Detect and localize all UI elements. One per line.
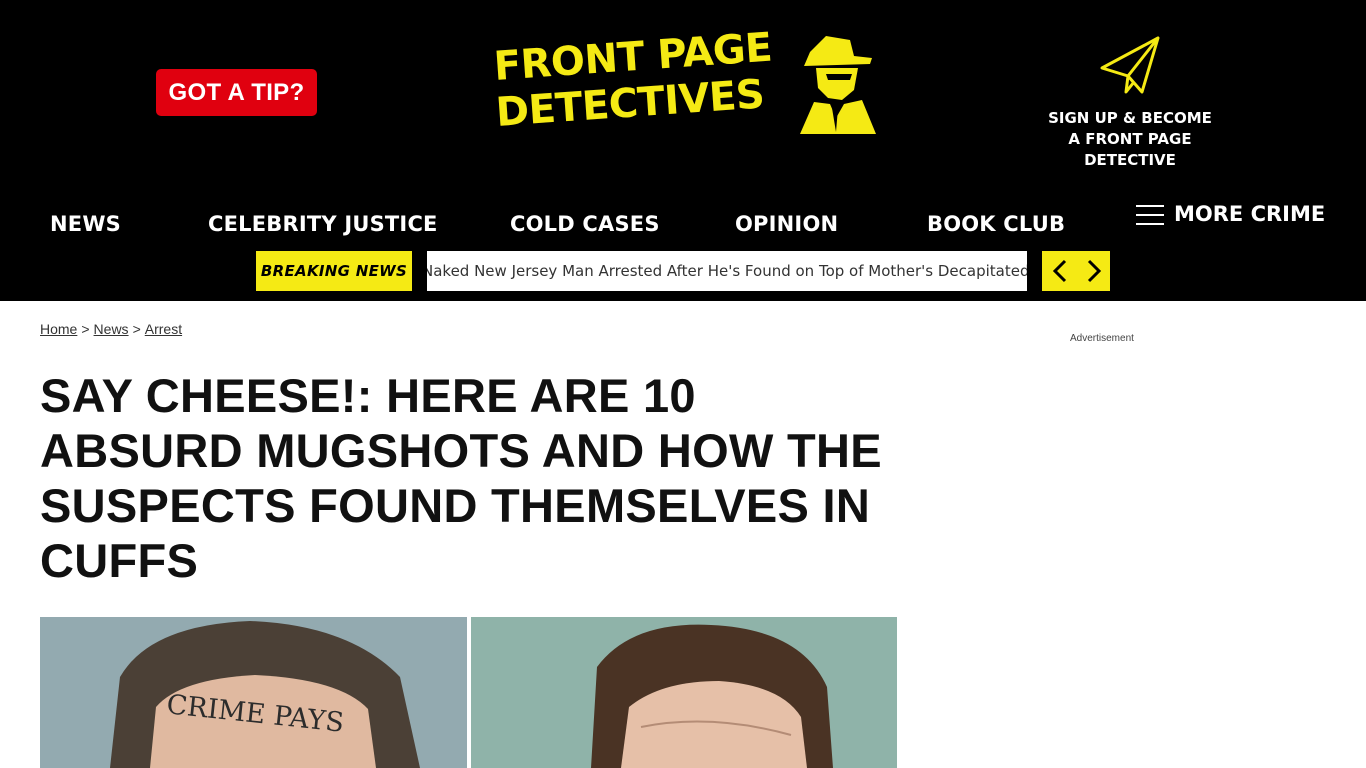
signup-line2: A FRONT PAGE DETECTIVE	[1068, 130, 1192, 169]
ticker-prev-button[interactable]	[1042, 251, 1076, 291]
nav-opinion[interactable]: OPINION	[735, 212, 838, 236]
advertisement-label: Advertisement	[1070, 333, 1134, 344]
breadcrumb-separator: >	[81, 321, 90, 337]
ticker-headline[interactable]: Naked New Jersey Man Arrested After He's…	[427, 262, 1027, 280]
more-crime-menu-button[interactable]: MORE CRIME	[1136, 201, 1326, 231]
breadcrumb-arrest[interactable]: Arrest	[145, 321, 182, 337]
site-header: GOT A TIP? FRONT PAGE DETECTIVES SIGN UP…	[0, 0, 1366, 301]
mugshot-right-drawing	[471, 617, 897, 768]
ticker-next-button[interactable]	[1076, 251, 1110, 291]
breadcrumb-separator: >	[132, 321, 141, 337]
nav-celebrity-justice[interactable]: CELEBRITY JUSTICE	[208, 212, 438, 236]
nav-cold-cases[interactable]: COLD CASES	[510, 212, 660, 236]
mugshot-image-left: CRIME PAYS	[40, 617, 467, 768]
breaking-news-ticker[interactable]: Naked New Jersey Man Arrested After He's…	[427, 251, 1027, 291]
hamburger-menu-icon	[1136, 205, 1164, 225]
mugshot-image-right	[471, 617, 897, 768]
breaking-news-label: BREAKING NEWS	[256, 251, 412, 291]
more-crime-label: MORE CRIME	[1174, 202, 1326, 226]
site-logo[interactable]: FRONT PAGE DETECTIVES	[492, 25, 884, 142]
signup-line1: SIGN UP & BECOME	[1048, 109, 1212, 127]
nav-news[interactable]: NEWS	[50, 212, 121, 236]
article-headline: SAY CHEESE!: HERE ARE 10 ABSURD MUGSHOTS…	[40, 369, 882, 587]
signup-text: SIGN UP & BECOME A FRONT PAGE DETECTIVE	[1020, 108, 1240, 171]
paper-plane-icon	[1100, 36, 1160, 94]
nav-book-club[interactable]: BOOK CLUB	[927, 212, 1065, 236]
chevron-left-icon	[1052, 259, 1067, 283]
mugshot-left-drawing: CRIME PAYS	[40, 617, 467, 768]
breadcrumb: Home > News > Arrest	[40, 321, 182, 337]
got-a-tip-button[interactable]: GOT A TIP?	[156, 69, 317, 116]
ticker-controls	[1042, 251, 1110, 291]
detective-silhouette-icon	[800, 36, 876, 134]
signup-link[interactable]: SIGN UP & BECOME A FRONT PAGE DETECTIVE	[1020, 34, 1240, 169]
chevron-right-icon	[1087, 259, 1102, 283]
breadcrumb-news[interactable]: News	[94, 321, 129, 337]
breadcrumb-home[interactable]: Home	[40, 321, 77, 337]
